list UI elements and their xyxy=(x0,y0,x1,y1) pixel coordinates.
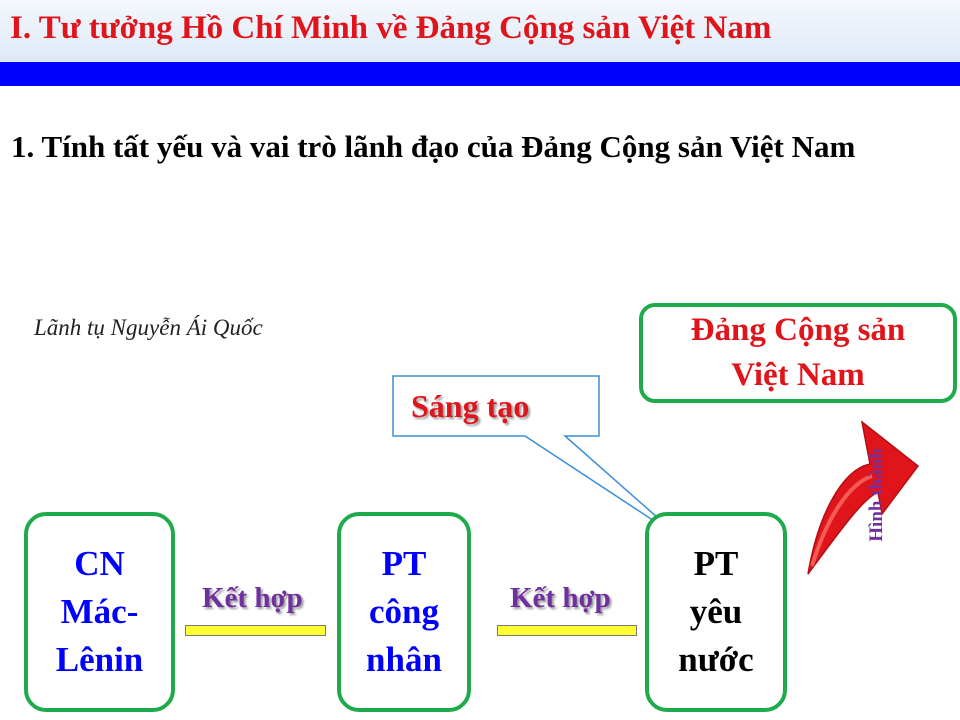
title-underline-bar xyxy=(0,62,960,86)
section-heading: 1. Tính tất yếu và vai trò lãnh đạo của … xyxy=(11,129,856,164)
title-banner: I. Tư tưởng Hồ Chí Minh về Đảng Cộng sản… xyxy=(0,0,960,63)
slide-title: I. Tư tưởng Hồ Chí Minh về Đảng Cộng sản… xyxy=(10,10,772,46)
leader-caption: Lãnh tụ Nguyễn Ái Quốc xyxy=(34,315,263,340)
result-box: Đảng Cộng sản Việt Nam xyxy=(639,303,957,403)
arrow-label: Hình thành xyxy=(866,448,887,542)
node-label: PT công nhân xyxy=(366,544,442,679)
connector-bar xyxy=(497,625,637,636)
node-label: CN Mác- Lênin xyxy=(55,544,144,679)
node-patriotic-movement: PT yêu nước xyxy=(645,512,787,712)
connector-label: Kết hợp xyxy=(510,582,611,614)
connector-bar xyxy=(185,625,326,636)
node-workers-movement: PT công nhân xyxy=(337,512,471,712)
connector-label: Kết hợp xyxy=(202,582,303,614)
node-label: PT yêu nước xyxy=(678,544,754,679)
curved-up-arrow-icon xyxy=(807,420,920,575)
callout-label: Sáng tạo xyxy=(411,388,530,424)
node-marxism-leninism: CN Mác- Lênin xyxy=(24,512,175,712)
result-label: Đảng Cộng sản Việt Nam xyxy=(690,312,906,393)
